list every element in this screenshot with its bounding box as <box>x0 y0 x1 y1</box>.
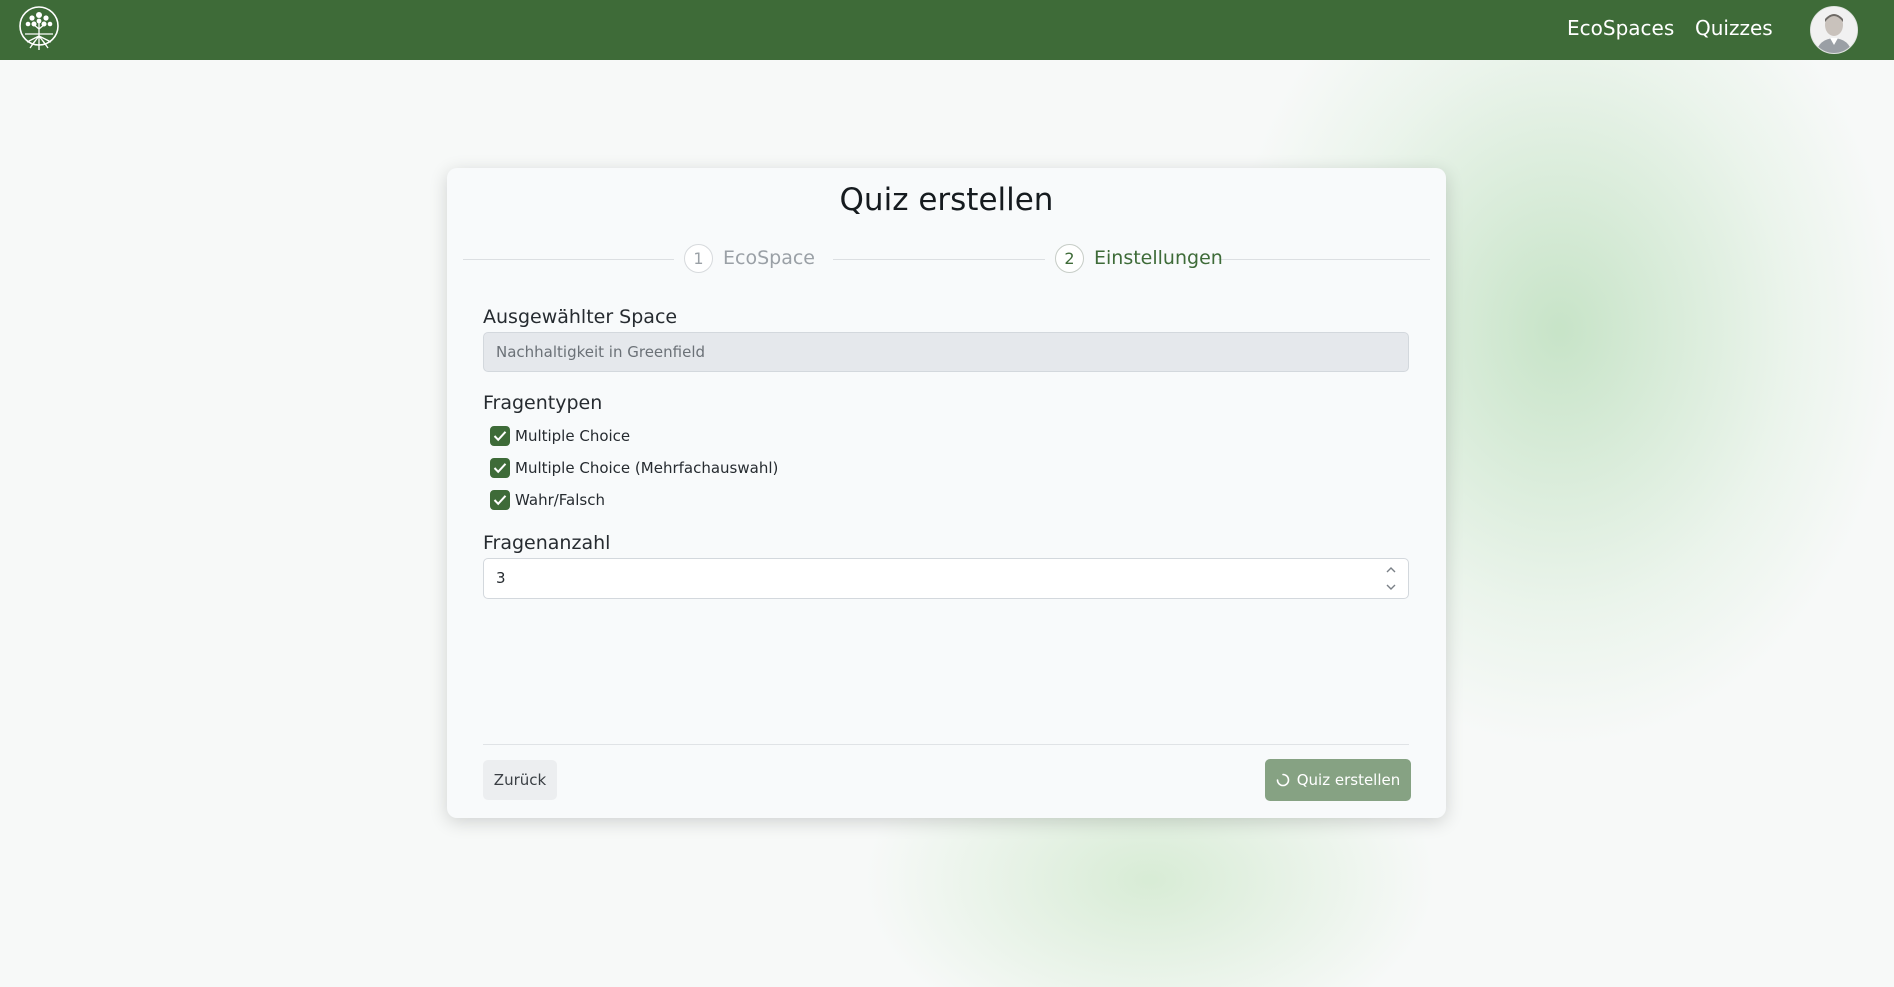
checkbox-wahr-falsch[interactable] <box>490 490 510 510</box>
step-2-label[interactable]: Einstellungen <box>1094 247 1223 269</box>
selected-space-field <box>483 332 1409 372</box>
checkbox-multiple-choice-mehrfach[interactable] <box>490 458 510 478</box>
question-count-value: 3 <box>496 569 506 587</box>
nav-link-quizzes[interactable]: Quizzes <box>1695 16 1773 40</box>
question-type-label: Multiple Choice (Mehrfachauswahl) <box>515 459 779 477</box>
question-type-label: Wahr/Falsch <box>515 491 605 509</box>
stepper-line-left <box>463 259 674 260</box>
step-1-label[interactable]: EcoSpace <box>723 247 815 269</box>
create-quiz-button-label: Quiz erstellen <box>1296 771 1401 789</box>
stepper-line-middle <box>833 259 1045 260</box>
checkmark-icon <box>493 463 507 474</box>
checkmark-icon <box>493 431 507 442</box>
selected-space-label: Ausgewählter Space <box>483 306 678 328</box>
question-type-label: Multiple Choice <box>515 427 631 445</box>
quiz-create-card: Quiz erstellen 1 EcoSpace 2 Einstellunge… <box>447 168 1446 818</box>
footer-divider <box>483 744 1409 745</box>
user-avatar-icon[interactable] <box>1810 6 1858 54</box>
step-1-number: 1 <box>684 244 713 273</box>
question-type-option[interactable]: Multiple Choice <box>490 425 630 447</box>
question-types-label: Fragentypen <box>483 392 603 414</box>
question-count-label: Fragenanzahl <box>483 532 611 554</box>
question-type-option[interactable]: Multiple Choice (Mehrfachauswahl) <box>490 457 778 479</box>
loading-spinner-icon <box>1276 773 1289 787</box>
page-title: Quiz erstellen <box>839 182 1054 218</box>
step-2-number: 2 <box>1055 244 1084 273</box>
create-quiz-button[interactable]: Quiz erstellen <box>1265 759 1411 801</box>
checkbox-multiple-choice[interactable] <box>490 426 510 446</box>
stepper-line-right <box>1218 259 1430 260</box>
back-button[interactable]: Zurück <box>483 760 557 800</box>
tree-logo-icon[interactable] <box>16 5 62 53</box>
nav-link-ecospaces[interactable]: EcoSpaces <box>1567 16 1674 40</box>
question-type-option[interactable]: Wahr/Falsch <box>490 489 605 511</box>
top-navigation-bar: EcoSpaces Quizzes <box>0 0 1894 60</box>
chevron-down-icon[interactable] <box>1384 581 1398 593</box>
question-count-input[interactable]: 3 <box>483 558 1409 599</box>
chevron-up-icon[interactable] <box>1384 564 1398 576</box>
checkmark-icon <box>493 495 507 506</box>
